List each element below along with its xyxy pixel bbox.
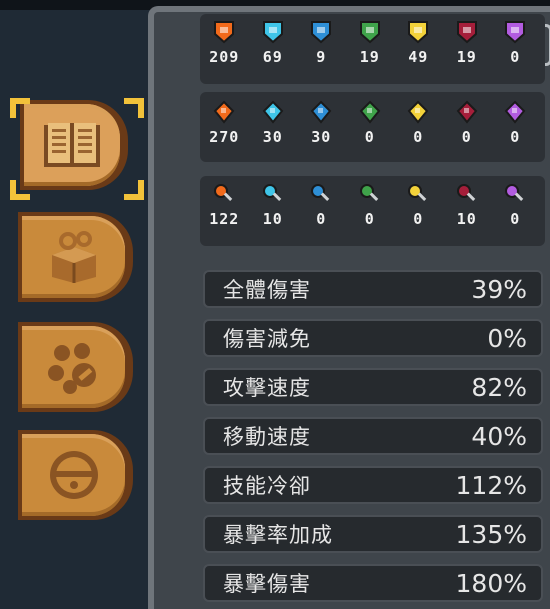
poison-shield-cell: 19 — [346, 20, 395, 66]
poison-weapon-value: 0 — [364, 210, 375, 228]
fire-weapon-cell: 122 — [200, 182, 249, 228]
poison-power-value: 0 — [364, 128, 375, 146]
tab-stats[interactable] — [20, 100, 128, 190]
fire-weapon-value: 122 — [209, 210, 240, 228]
lightning-shield-icon — [309, 20, 333, 44]
lightning-weapon-value: 0 — [316, 210, 327, 228]
selection-corner — [10, 98, 30, 118]
fire-power-value: 270 — [209, 128, 240, 146]
stat-value: 39% — [471, 274, 527, 304]
dark-power-cell: 0 — [443, 100, 492, 146]
stat-label: 移動速度 — [223, 425, 311, 449]
stat-value: 112% — [455, 470, 527, 500]
lightning-weapon-cell: 0 — [297, 182, 346, 228]
orbs-scroll-icon — [47, 343, 96, 394]
dark-shield-cell: 19 — [443, 20, 492, 66]
stat-value: 180% — [455, 568, 527, 598]
arcane-weapon-value: 0 — [510, 210, 521, 228]
stat-label: 技能冷卻 — [223, 474, 311, 498]
stat-label: 全體傷害 — [223, 278, 311, 302]
dark-power-icon — [455, 100, 479, 124]
stat-value: 0% — [487, 323, 527, 353]
stat-value: 40% — [471, 421, 527, 451]
fire-shield-cell: 209 — [200, 20, 249, 66]
dark-power-value: 0 — [461, 128, 472, 146]
tab-items[interactable] — [18, 212, 133, 302]
stat-row: 攻擊速度 82% — [203, 368, 543, 406]
lightning-power-cell: 30 — [297, 100, 346, 146]
box-swirl-icon — [51, 231, 96, 283]
lightning-shield-value: 9 — [316, 48, 327, 66]
dark-weapon-icon — [455, 182, 479, 206]
arcane-power-value: 0 — [510, 128, 521, 146]
arcane-shield-cell: 0 — [491, 20, 540, 66]
stat-label: 攻擊速度 — [223, 376, 311, 400]
dark-weapon-cell: 10 — [443, 182, 492, 228]
fire-shield-value: 209 — [209, 48, 240, 66]
lightning-weapon-icon — [309, 182, 333, 206]
light-weapon-cell: 0 — [394, 182, 443, 228]
arcane-shield-value: 0 — [510, 48, 521, 66]
light-weapon-value: 0 — [413, 210, 424, 228]
light-shield-icon — [406, 20, 430, 44]
stat-row: 暴擊率加成 135% — [203, 515, 543, 553]
element-weapons-row: 122 10 0 0 0 10 0 — [200, 182, 545, 228]
stat-row: 傷害減免 0% — [203, 319, 543, 357]
stat-label: 傷害減免 — [223, 327, 311, 351]
book-icon — [44, 123, 100, 167]
arcane-weapon-icon — [503, 182, 527, 206]
stat-value: 135% — [455, 519, 527, 549]
light-power-value: 0 — [413, 128, 424, 146]
ice-weapon-cell: 10 — [249, 182, 298, 228]
stat-row: 暴擊傷害 180% — [203, 564, 543, 602]
stat-row: 技能冷卻 112% — [203, 466, 543, 504]
dark-weapon-value: 10 — [456, 210, 477, 228]
ice-power-icon — [261, 100, 285, 124]
tab-collection[interactable] — [18, 322, 133, 412]
dark-shield-icon — [455, 20, 479, 44]
selection-corner — [124, 98, 144, 118]
light-power-icon — [406, 100, 430, 124]
arcane-power-cell: 0 — [491, 100, 540, 146]
stat-row: 移動速度 40% — [203, 417, 543, 455]
fire-weapon-icon — [212, 182, 236, 206]
stat-label: 暴擊傷害 — [223, 572, 311, 596]
ice-power-cell: 30 — [249, 100, 298, 146]
dark-shield-value: 19 — [456, 48, 477, 66]
poison-power-icon — [358, 100, 382, 124]
poison-power-cell: 0 — [346, 100, 395, 146]
poison-weapon-cell: 0 — [346, 182, 395, 228]
bell-icon — [49, 451, 98, 499]
stat-value: 82% — [471, 372, 527, 402]
selection-corner — [124, 180, 144, 200]
light-shield-cell: 49 — [394, 20, 443, 66]
fire-shield-icon — [212, 20, 236, 44]
ice-shield-cell: 69 — [249, 20, 298, 66]
ice-weapon-icon — [261, 182, 285, 206]
poison-shield-value: 19 — [359, 48, 380, 66]
arcane-weapon-cell: 0 — [491, 182, 540, 228]
poison-shield-icon — [358, 20, 382, 44]
poison-weapon-icon — [358, 182, 382, 206]
tab-pets[interactable] — [18, 430, 133, 520]
ice-shield-icon — [261, 20, 285, 44]
lightning-power-icon — [309, 100, 333, 124]
lightning-power-value: 30 — [311, 128, 332, 146]
lightning-shield-cell: 9 — [297, 20, 346, 66]
selection-corner — [10, 180, 30, 200]
stat-row: 全體傷害 39% — [203, 270, 543, 308]
light-shield-value: 49 — [408, 48, 429, 66]
arcane-shield-icon — [503, 20, 527, 44]
light-weapon-icon — [406, 182, 430, 206]
arcane-power-icon — [503, 100, 527, 124]
light-power-cell: 0 — [394, 100, 443, 146]
ice-power-value: 30 — [262, 128, 283, 146]
ice-shield-value: 69 — [262, 48, 283, 66]
fire-power-cell: 270 — [200, 100, 249, 146]
element-powers-row: 270 30 30 0 0 0 0 — [200, 100, 545, 146]
ice-weapon-value: 10 — [262, 210, 283, 228]
element-shields-row: 209 69 9 19 49 19 0 — [200, 20, 545, 66]
fire-power-icon — [212, 100, 236, 124]
stat-label: 暴擊率加成 — [223, 523, 333, 547]
